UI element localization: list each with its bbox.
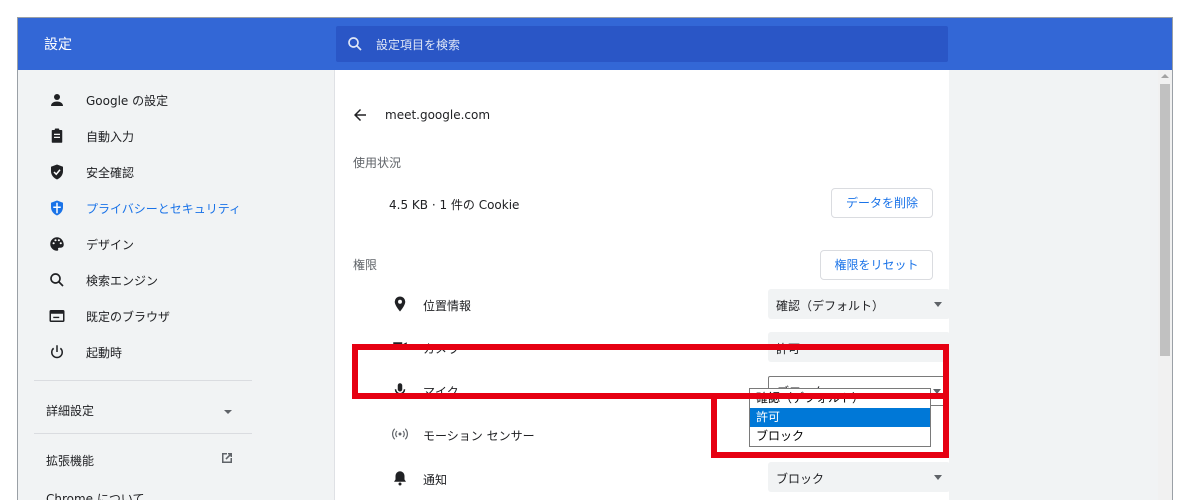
palette-icon: [50, 237, 64, 251]
shield-check-icon: [51, 164, 63, 180]
permissions-heading: 権限: [353, 258, 378, 272]
usage-heading: 使用状況: [353, 156, 402, 170]
top-bar: 設定 設定項目を検索: [18, 18, 1172, 70]
sidebar-divider: [34, 380, 252, 381]
chevron-down-icon: [934, 475, 942, 480]
sidebar-item-search-engine[interactable]: 検索エンジン: [18, 262, 334, 298]
sidebar-item-label: プライバシーとセキュリティ: [86, 202, 242, 216]
search-box[interactable]: 設定項目を検索: [336, 26, 948, 62]
usage-text: 4.5 KB · 1 件の Cookie: [389, 198, 520, 212]
power-icon: [51, 345, 63, 359]
location-select[interactable]: 確認（デフォルト）: [768, 289, 950, 319]
reset-permissions-button[interactable]: 権限をリセット: [820, 250, 933, 280]
shield-security-icon: [51, 200, 63, 216]
sidebar-item-appearance[interactable]: デザイン: [18, 226, 334, 262]
highlight-join: [717, 387, 943, 399]
bell-icon: [394, 471, 406, 486]
select-value: 確認（デフォルト）: [776, 299, 885, 313]
sidebar-divider: [34, 433, 252, 434]
permission-location-label: 位置情報: [423, 299, 472, 313]
sidebar-item-label: 自動入力: [86, 130, 135, 144]
sidebar-item-privacy[interactable]: プライバシーとセキュリティ: [18, 190, 334, 226]
scrollbar-thumb[interactable]: [1160, 84, 1170, 356]
sidebar-item-label: Google の設定: [86, 94, 169, 108]
sidebar-advanced[interactable]: 詳細設定: [46, 402, 94, 419]
right-margin: [949, 70, 1156, 500]
sidebar-item-safety-check[interactable]: 安全確認: [18, 154, 334, 190]
sidebar: Google の設定 自動入力 安全確認 プライバシーとセキュリティ デザイン …: [18, 70, 334, 500]
permission-motion-sensor-label: モーション センサー: [423, 429, 535, 443]
clipboard-icon: [51, 128, 63, 143]
notifications-select[interactable]: ブロック: [768, 462, 950, 492]
search-icon: [50, 273, 64, 287]
search-input[interactable]: 設定項目を検索: [376, 36, 460, 53]
highlight-box-options: [711, 393, 949, 458]
sidebar-item-label: 検索エンジン: [86, 274, 159, 288]
sidebar-item-autofill[interactable]: 自動入力: [18, 118, 334, 154]
sidebar-item-label: 起動時: [86, 346, 123, 360]
sidebar-item-label: デザイン: [86, 238, 135, 252]
sidebar-item-on-startup[interactable]: 起動時: [18, 334, 334, 370]
arrow-left-icon[interactable]: [351, 106, 369, 124]
person-icon: [51, 94, 63, 106]
permission-notifications-label: 通知: [423, 473, 448, 487]
scroll-up-arrow-icon[interactable]: [1161, 74, 1169, 78]
sidebar-extensions[interactable]: 拡張機能: [46, 452, 94, 469]
clear-data-button[interactable]: データを削除: [831, 188, 933, 218]
chevron-down-icon: [934, 302, 942, 307]
location-icon: [394, 296, 406, 312]
browser-window-icon: [49, 310, 65, 322]
sidebar-item-google[interactable]: Google の設定: [18, 82, 334, 118]
motion-sensor-icon: [392, 428, 408, 440]
open-external-icon[interactable]: [219, 450, 235, 466]
app-title: 設定: [44, 37, 72, 53]
search-icon: [348, 37, 362, 51]
sidebar-item-default-browser[interactable]: 既定のブラウザ: [18, 298, 334, 334]
sidebar-item-label: 安全確認: [86, 166, 135, 180]
sidebar-item-label: 既定のブラウザ: [86, 310, 171, 324]
select-value: ブロック: [776, 472, 825, 486]
scrollbar[interactable]: [1158, 70, 1172, 500]
settings-window: 設定 設定項目を検索 Google の設定 自動入力 安全確認 プライバシーとセ…: [17, 17, 1173, 500]
site-url: meet.google.com: [385, 108, 491, 122]
caret-down-icon[interactable]: [220, 404, 236, 420]
